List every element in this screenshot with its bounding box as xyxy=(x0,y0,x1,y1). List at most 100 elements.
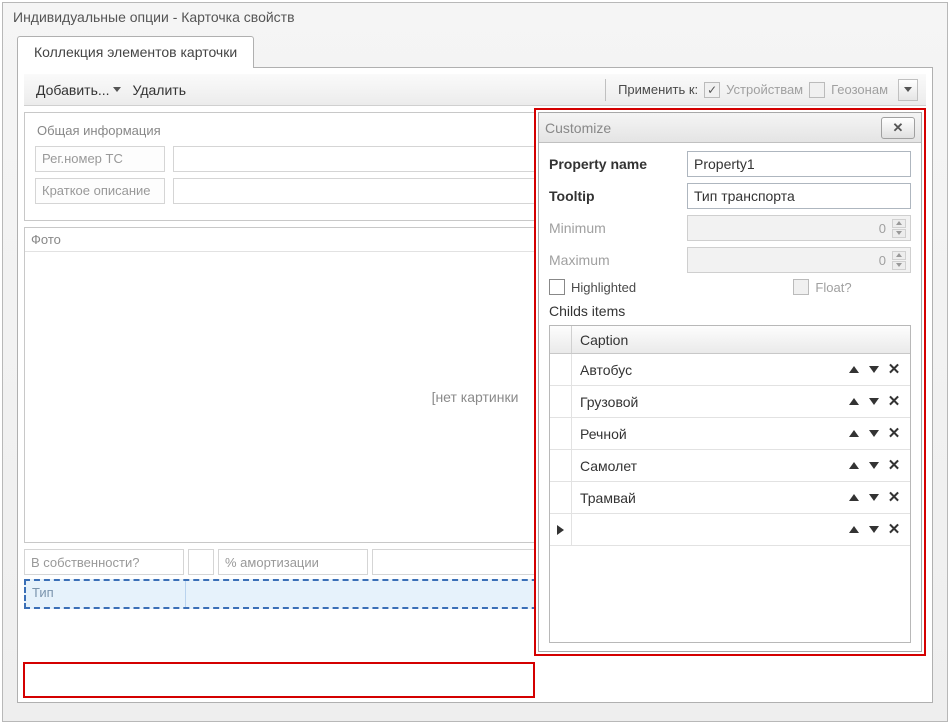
minimum-value: 0 xyxy=(692,221,892,236)
property-name-input[interactable] xyxy=(687,151,911,177)
move-up-button[interactable] xyxy=(848,396,860,408)
move-up-button[interactable] xyxy=(848,492,860,504)
caption-cell[interactable]: Грузовой xyxy=(572,394,838,410)
minimum-label: Minimum xyxy=(549,220,679,236)
delete-row-button[interactable]: ✕ xyxy=(888,428,900,440)
row-pointer-icon xyxy=(557,525,564,535)
maximum-value: 0 xyxy=(692,253,892,268)
childs-items-label: Childs items xyxy=(549,303,911,319)
float-checkbox[interactable] xyxy=(793,279,809,295)
short-desc-label: Краткое описание xyxy=(35,178,165,204)
maximum-down[interactable] xyxy=(892,261,906,270)
amort-label: % амортизации xyxy=(218,549,368,575)
highlighted-label: Highlighted xyxy=(571,280,636,295)
window-title: Индивидуальные опции - Карточка свойств xyxy=(3,3,947,29)
customize-title: Customize xyxy=(545,120,881,136)
maximum-label: Maximum xyxy=(549,252,679,268)
move-down-button[interactable] xyxy=(868,460,880,472)
minimum-down[interactable] xyxy=(892,229,906,238)
caption-cell[interactable]: Самолет xyxy=(572,458,838,474)
delete-row-button[interactable]: ✕ xyxy=(888,396,900,408)
grid-header: Caption xyxy=(550,326,910,354)
caption-cell[interactable]: Трамвай xyxy=(572,490,838,506)
chevron-up-icon xyxy=(896,221,902,225)
geozones-checkbox[interactable] xyxy=(809,82,825,98)
move-down-button[interactable] xyxy=(868,492,880,504)
owned-checkbox[interactable] xyxy=(188,549,214,575)
toolbar-dropdown-button[interactable] xyxy=(898,79,918,101)
customize-body: Property name Tooltip Minimum 0 xyxy=(539,143,921,651)
grid-row[interactable]: Речной ✕ xyxy=(550,418,910,450)
move-up-button[interactable] xyxy=(848,428,860,440)
owned-label: В собственности? xyxy=(24,549,184,575)
delete-row-button[interactable]: ✕ xyxy=(888,364,900,376)
maximum-up[interactable] xyxy=(892,251,906,260)
arrow-down-icon xyxy=(869,430,879,437)
float-label: Float? xyxy=(815,280,851,295)
grid-row[interactable]: Автобус ✕ xyxy=(550,354,910,386)
row-indicator xyxy=(550,482,572,513)
delete-row-button[interactable]: ✕ xyxy=(888,524,900,536)
move-down-button[interactable] xyxy=(868,396,880,408)
type-label: Тип xyxy=(26,581,186,607)
row-indicator-current xyxy=(550,514,572,545)
close-icon: ✕ xyxy=(893,120,904,136)
move-down-button[interactable] xyxy=(868,524,880,536)
property-name-label: Property name xyxy=(549,156,679,172)
highlighted-checkbox[interactable] xyxy=(549,279,565,295)
chevron-down-icon xyxy=(896,231,902,235)
maximum-spinner: 0 xyxy=(687,247,911,273)
add-button[interactable]: Добавить... xyxy=(32,80,125,100)
move-down-button[interactable] xyxy=(868,364,880,376)
arrow-down-icon xyxy=(869,494,879,501)
add-button-label: Добавить... xyxy=(36,82,110,98)
caption-cell[interactable]: Речной xyxy=(572,426,838,442)
arrow-up-icon xyxy=(849,366,859,373)
geozones-label: Геозонам xyxy=(831,82,888,97)
caption-column-header[interactable]: Caption xyxy=(572,332,910,348)
close-button[interactable]: ✕ xyxy=(881,117,915,139)
delete-button-label: Удалить xyxy=(133,82,186,98)
devices-label: Устройствам xyxy=(726,82,803,97)
chevron-down-icon xyxy=(904,87,912,92)
apply-to-label: Применить к: xyxy=(618,82,698,97)
tab-collection[interactable]: Коллекция элементов карточки xyxy=(17,36,254,68)
row-indicator xyxy=(550,450,572,481)
grid-row[interactable]: Грузовой ✕ xyxy=(550,386,910,418)
window: Индивидуальные опции - Карточка свойств … xyxy=(2,2,948,722)
row-indicator xyxy=(550,354,572,385)
delete-row-button[interactable]: ✕ xyxy=(888,460,900,472)
move-up-button[interactable] xyxy=(848,524,860,536)
arrow-down-icon xyxy=(869,398,879,405)
arrow-up-icon xyxy=(849,462,859,469)
arrow-up-icon xyxy=(849,526,859,533)
tab-container: Коллекция элементов карточки Добавить...… xyxy=(17,35,933,721)
move-up-button[interactable] xyxy=(848,364,860,376)
chevron-down-icon xyxy=(113,87,121,92)
delete-row-button[interactable]: ✕ xyxy=(888,492,900,504)
devices-checkbox[interactable]: ✓ xyxy=(704,82,720,98)
grid-row-new[interactable]: ✕ xyxy=(550,514,910,546)
toolbar-separator xyxy=(605,79,606,101)
arrow-down-icon xyxy=(869,526,879,533)
delete-button[interactable]: Удалить xyxy=(129,80,190,100)
reg-number-label: Рег.номер ТС xyxy=(35,146,165,172)
move-up-button[interactable] xyxy=(848,460,860,472)
arrow-down-icon xyxy=(869,366,879,373)
toolbar-left: Добавить... Удалить xyxy=(32,80,190,100)
tooltip-input[interactable] xyxy=(687,183,911,209)
tab-body: Добавить... Удалить Применить к: ✓ Устро… xyxy=(17,67,933,703)
tab-header: Коллекция элементов карточки xyxy=(17,35,933,67)
grid-row[interactable]: Самолет ✕ xyxy=(550,450,910,482)
minimum-spinner: 0 xyxy=(687,215,911,241)
move-down-button[interactable] xyxy=(868,428,880,440)
caption-cell[interactable]: Автобус xyxy=(572,362,838,378)
customize-header: Customize ✕ xyxy=(539,113,921,143)
chevron-up-icon xyxy=(896,253,902,257)
grid-indicator-header xyxy=(550,326,572,353)
minimum-up[interactable] xyxy=(892,219,906,228)
arrow-down-icon xyxy=(869,462,879,469)
row-indicator xyxy=(550,386,572,417)
row-indicator xyxy=(550,418,572,449)
grid-row[interactable]: Трамвай ✕ xyxy=(550,482,910,514)
